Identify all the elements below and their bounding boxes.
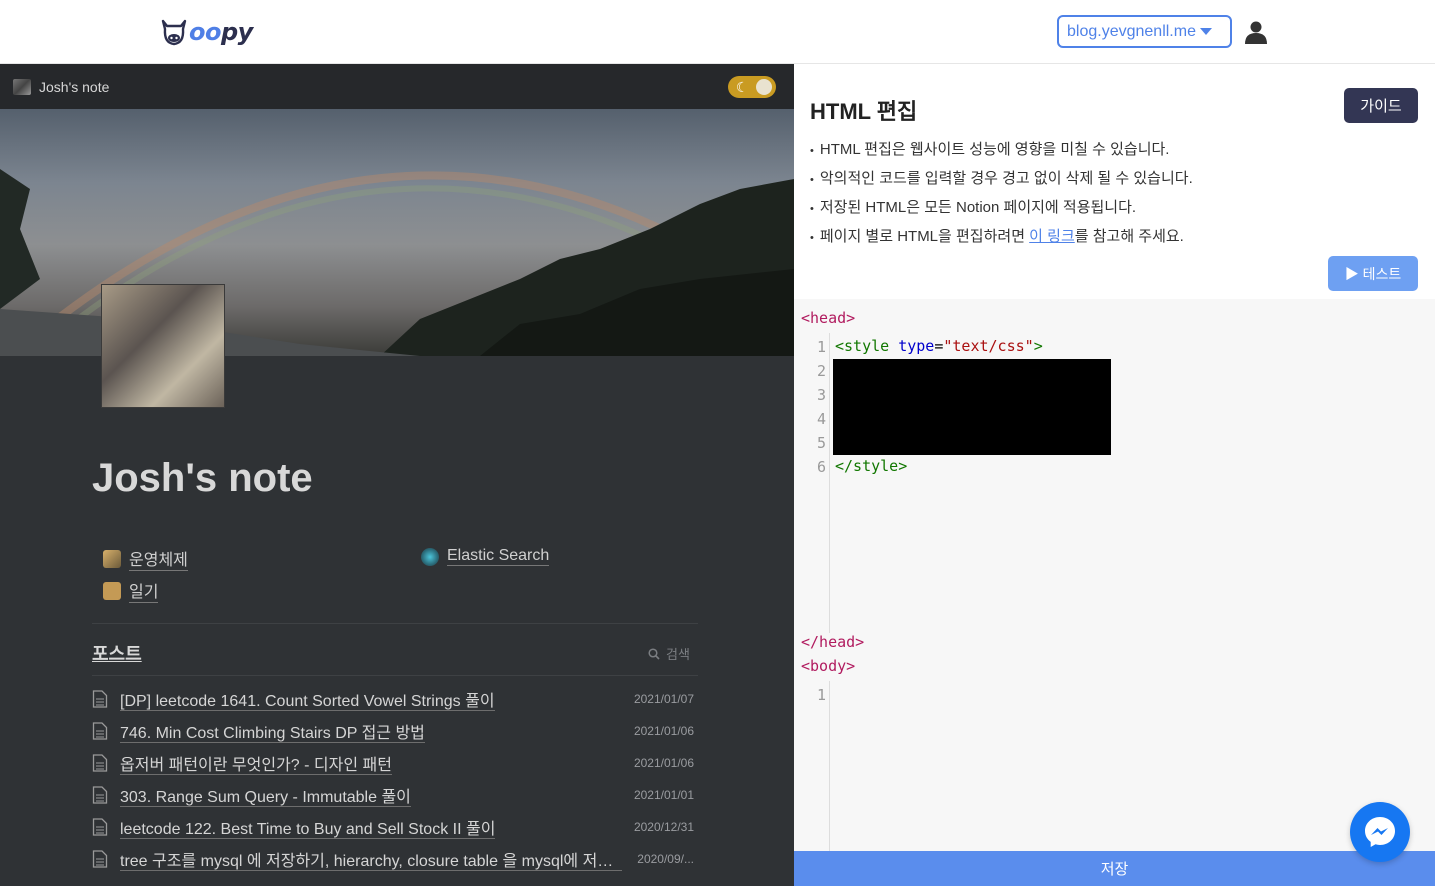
page-favicon bbox=[13, 78, 31, 95]
cow-logo-icon bbox=[161, 19, 187, 46]
post-row[interactable]: [DP] leetcode 1641. Count Sorted Vowel S… bbox=[92, 684, 694, 714]
guide-button[interactable]: 가이드 bbox=[1344, 88, 1418, 123]
body-open-tag: <body> bbox=[801, 657, 856, 675]
line-number: 4 bbox=[816, 410, 826, 428]
document-icon bbox=[92, 786, 108, 804]
link-elastic-search[interactable]: Elastic Search bbox=[421, 547, 550, 566]
logo-text-py: py bbox=[220, 18, 253, 46]
head-close-tag: </head> bbox=[801, 633, 865, 651]
link-operating-system[interactable]: 운영체제 bbox=[103, 546, 188, 571]
line-number: 5 bbox=[816, 434, 826, 452]
post-title: 옵저버 패턴이란 무엇인가? - 디자인 패턴 bbox=[120, 757, 392, 775]
document-icon bbox=[92, 690, 108, 708]
notebook-icon bbox=[103, 581, 121, 600]
editor-notes: HTML 편집은 웹사이트 성능에 영향을 미칠 수 있습니다. 악의적인 코드… bbox=[810, 138, 1193, 254]
post-row[interactable]: tree 구조를 mysql 에 저장하기, hierarchy, closur… bbox=[92, 844, 694, 874]
moon-icon: ☾ bbox=[736, 79, 749, 95]
post-title: 746. Min Cost Climbing Stairs DP 접근 방법 bbox=[120, 725, 425, 743]
line-number: 1 bbox=[816, 338, 826, 356]
posts-search[interactable]: 검색 bbox=[648, 644, 690, 663]
post-title: tree 구조를 mysql 에 저장하기, hierarchy, closur… bbox=[120, 853, 622, 871]
dark-mode-toggle[interactable]: ☾ bbox=[728, 76, 776, 98]
toggle-knob bbox=[756, 79, 772, 95]
post-row[interactable]: 746. Min Cost Climbing Stairs DP 접근 방법 2… bbox=[92, 716, 694, 746]
user-icon[interactable] bbox=[1244, 20, 1268, 44]
document-icon bbox=[92, 850, 108, 868]
page-title: Josh's note bbox=[92, 456, 313, 500]
site-selector-value: blog.yevgnenll.me bbox=[1067, 22, 1196, 40]
document-icon bbox=[92, 722, 108, 740]
redacted-code-block bbox=[833, 359, 1111, 455]
post-date: 2020/09/... bbox=[637, 852, 694, 866]
post-date: 2021/01/06 bbox=[633, 724, 694, 738]
preview-tab-title: Josh's note bbox=[39, 78, 110, 95]
post-row[interactable]: leetcode 122. Best Time to Buy and Sell … bbox=[92, 812, 694, 842]
note-item: 저장된 HTML은 모든 Notion 페이지에 적용됩니다. bbox=[810, 196, 1193, 225]
posts-heading: 포스트 bbox=[92, 644, 142, 664]
divider bbox=[92, 675, 698, 676]
post-date: 2021/01/07 bbox=[633, 692, 694, 706]
note-item: HTML 편집은 웹사이트 성능에 영향을 미칠 수 있습니다. bbox=[810, 138, 1193, 167]
oopy-logo[interactable]: oopy bbox=[160, 14, 253, 50]
line-number: 6 bbox=[816, 458, 826, 476]
search-icon bbox=[648, 647, 660, 660]
save-button[interactable]: 저장 bbox=[794, 851, 1435, 886]
page-icon-photo bbox=[101, 284, 225, 408]
post-title: leetcode 122. Best Time to Buy and Sell … bbox=[120, 821, 496, 839]
top-nav: oopy blog.yevgnenll.me bbox=[0, 0, 1435, 64]
search-label: 검색 bbox=[666, 647, 690, 662]
code-editor[interactable]: <head> 1 2 3 4 5 6 <style type="text/css… bbox=[794, 299, 1435, 851]
note-item-with-link: 페이지 별로 HTML을 편집하려면 이 링크를 참고해 주세요. bbox=[810, 225, 1193, 254]
line-number: 2 bbox=[816, 362, 826, 380]
document-icon bbox=[92, 754, 108, 772]
preview-topbar: Josh's note bbox=[0, 64, 794, 109]
post-date: 2021/01/06 bbox=[633, 756, 694, 770]
post-date: 2020/12/31 bbox=[633, 820, 694, 834]
divider bbox=[92, 623, 698, 624]
logo-text-oo: oo bbox=[189, 18, 221, 46]
post-title: [DP] leetcode 1641. Count Sorted Vowel S… bbox=[120, 693, 495, 711]
note-link-suffix: 를 참고해 주세요. bbox=[1074, 228, 1184, 245]
post-title: 303. Range Sum Query - Immutable 풀이 bbox=[120, 789, 411, 807]
code-line-style-open: <style type="text/css"> bbox=[835, 337, 1043, 355]
messenger-chat-button[interactable] bbox=[1350, 802, 1410, 862]
editor-title: HTML 편집 bbox=[810, 99, 918, 124]
site-selector[interactable]: blog.yevgnenll.me bbox=[1057, 15, 1232, 48]
link-diary[interactable]: 일기 bbox=[103, 578, 159, 603]
elastic-search-icon bbox=[421, 547, 439, 566]
line-number: 3 bbox=[816, 386, 826, 404]
post-date: 2021/01/01 bbox=[633, 788, 694, 802]
post-row[interactable]: 옵저버 패턴이란 무엇인가? - 디자인 패턴 2021/01/06 bbox=[92, 748, 694, 778]
messenger-icon bbox=[1365, 817, 1395, 847]
caret-down-icon bbox=[1199, 28, 1212, 35]
link-label: 일기 bbox=[129, 578, 159, 603]
post-row[interactable]: 303. Range Sum Query - Immutable 풀이 2021… bbox=[92, 780, 694, 810]
code-line-style-close: </style> bbox=[835, 457, 908, 475]
note-link-prefix: 페이지 별로 HTML을 편집하려면 bbox=[819, 228, 1030, 245]
document-icon bbox=[92, 818, 108, 836]
notion-preview: Josh's note ☾ Josh's note 운영체제 일기 Elasti… bbox=[0, 64, 794, 886]
html-editor-panel: HTML 편집 가이드 HTML 편집은 웹사이트 성능에 영향을 미칠 수 있… bbox=[794, 64, 1435, 886]
note-item: 악의적인 코드를 입력할 경우 경고 없이 삭제 될 수 있습니다. bbox=[810, 167, 1193, 196]
head-open-tag: <head> bbox=[801, 309, 856, 327]
link-label: 운영체제 bbox=[129, 546, 188, 571]
line-number: 1 bbox=[816, 686, 826, 704]
link-label: Elastic Search bbox=[447, 547, 550, 566]
test-button[interactable]: ▶ 테스트 bbox=[1328, 256, 1418, 291]
body-gutter bbox=[808, 681, 830, 851]
os-page-icon bbox=[103, 549, 121, 568]
per-page-html-link[interactable]: 이 링크 bbox=[1029, 228, 1075, 245]
